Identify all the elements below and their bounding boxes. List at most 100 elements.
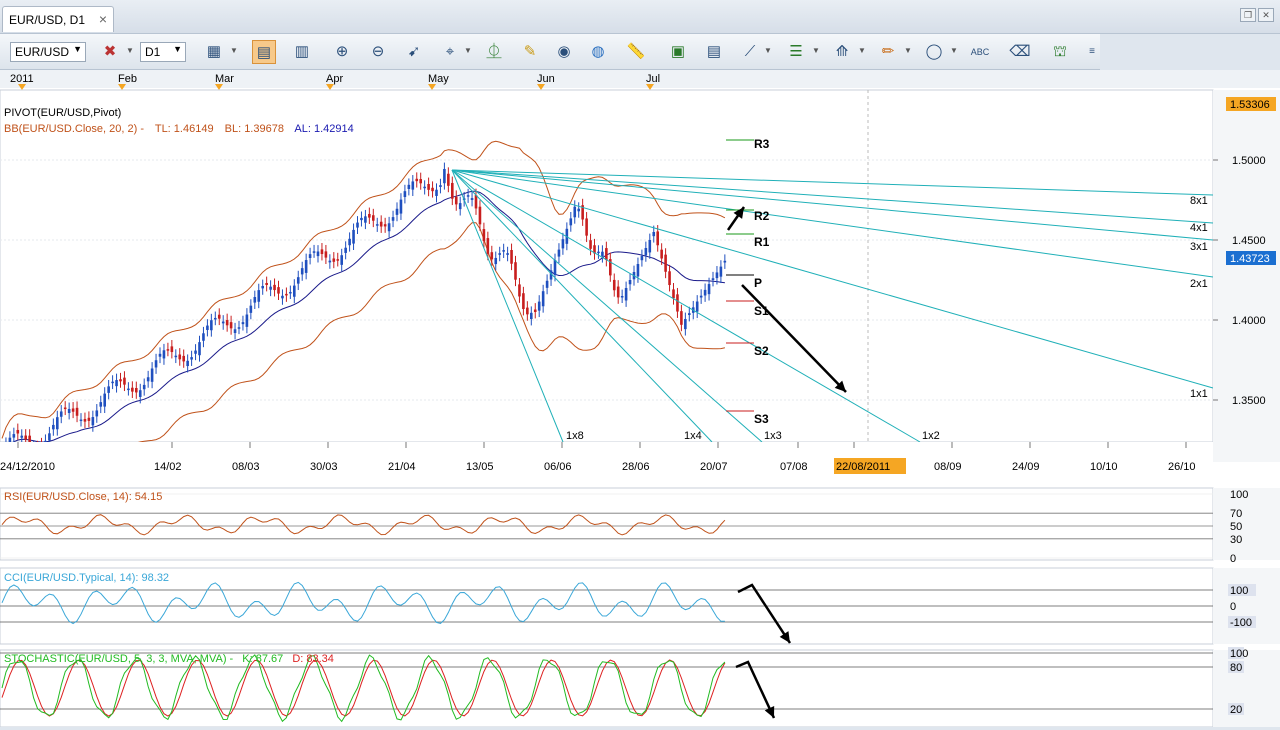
candle-body — [328, 260, 332, 263]
candle-body — [257, 290, 261, 302]
candle-body — [628, 280, 632, 285]
candle-body — [95, 410, 99, 417]
pencil-icon[interactable]: ✏ — [876, 40, 900, 64]
candle-body — [561, 239, 565, 249]
fan-label: 1x3 — [764, 430, 782, 442]
candle-body — [277, 287, 280, 294]
candle-body — [308, 254, 312, 258]
chevron-down-icon[interactable]: ▼ — [464, 46, 472, 55]
candle-body — [411, 181, 415, 190]
toolbar-more-icon[interactable]: ≡ — [1080, 40, 1104, 64]
price-chart[interactable]: 2011 Feb Mar Apr May Jun Jul 8x1 4x1 3x1 2x1 1x1 1x… — [0, 70, 1280, 728]
candle-body — [676, 294, 679, 312]
candle-body — [233, 329, 237, 334]
candle-body — [162, 350, 166, 359]
edit-icon[interactable]: ✎ — [518, 40, 542, 64]
candle-body — [296, 277, 300, 284]
ruler-icon[interactable]: 📏 — [624, 40, 648, 64]
template-icon[interactable]: ▤ — [702, 40, 726, 64]
chevron-down-icon[interactable]: ▼ — [812, 46, 820, 55]
chart-type-icon[interactable]: ▦ — [202, 40, 226, 64]
fan-label: 1x8 — [566, 430, 584, 442]
globe-icon[interactable]: ◍ — [586, 40, 610, 64]
chevron-down-icon[interactable]: ▼ — [904, 46, 912, 55]
candle-body — [573, 206, 577, 218]
eye-icon[interactable]: ◉ — [552, 40, 576, 64]
candle-body — [620, 296, 624, 298]
rsi-tick: 30 — [1230, 534, 1242, 546]
chevron-down-icon: ▼ — [73, 44, 82, 54]
candle-body — [431, 187, 434, 192]
zoom-in-icon[interactable]: ⊕ — [330, 40, 354, 64]
month-axis-bg — [0, 70, 1280, 88]
month-label: Jun — [537, 73, 555, 85]
chevron-down-icon[interactable]: ▼ — [764, 46, 772, 55]
date-label: 13/05 — [466, 461, 494, 473]
chevron-down-icon[interactable]: ▼ — [230, 46, 238, 55]
candle-body — [656, 231, 659, 246]
candle-body — [221, 321, 225, 324]
candle-body — [186, 360, 189, 367]
tab-close-icon[interactable]: × — [99, 11, 107, 27]
candle-body — [458, 203, 462, 210]
stoch-tick: 80 — [1230, 662, 1242, 674]
candle-body — [403, 191, 407, 198]
channel-icon[interactable]: ☰ — [784, 40, 808, 64]
close-window-icon[interactable]: ✕ — [1258, 8, 1274, 22]
eraser-icon[interactable]: ⌫ — [1008, 40, 1032, 64]
candle-body — [364, 216, 367, 223]
candle-body — [537, 301, 541, 311]
candle-body — [703, 289, 707, 296]
chevron-down-icon[interactable]: ▼ — [858, 46, 866, 55]
restore-icon[interactable]: ❐ — [1240, 8, 1256, 22]
stoch-legend-main: STOCHASTIC(EUR/USD, 5, 3, 3, MVA, MVA) - — [4, 653, 234, 665]
indicators-icon[interactable]: ⏂ — [482, 40, 506, 64]
fan-label: 1x4 — [684, 430, 702, 442]
timeframe-select[interactable]: D1 ▼ — [140, 42, 186, 62]
candle-body — [71, 408, 75, 412]
date-label: 21/04 — [388, 461, 416, 473]
ellipse-icon[interactable]: ◯ — [922, 40, 946, 64]
pivot-label: R2 — [754, 209, 770, 223]
chevron-down-icon[interactable]: ▼ — [126, 46, 134, 55]
candle-body — [249, 305, 253, 313]
candle-body — [56, 417, 59, 430]
symbol-select[interactable]: EUR/USD ▼ — [10, 42, 86, 62]
candle-body — [672, 289, 675, 299]
candle-body — [375, 224, 379, 226]
symbol-compare-icon[interactable]: ✖ — [98, 40, 122, 64]
chart-workspace[interactable]: 2011 Feb Mar Apr May Jun Jul 8x1 4x1 3x1 2x1 1x1 1x… — [0, 70, 1280, 728]
candle-body — [664, 254, 667, 272]
candle-body — [624, 288, 628, 301]
fan-label: 2x1 — [1190, 278, 1208, 290]
text-tool-icon[interactable]: ABC — [968, 40, 992, 64]
candle-body — [387, 223, 391, 232]
price-top-badge-text: 1.53306 — [1230, 99, 1270, 111]
rsi-tick: 70 — [1230, 508, 1242, 520]
crosshair-icon[interactable]: ⌖ — [438, 40, 462, 64]
candles-view-icon[interactable]: ▤ — [252, 40, 276, 64]
candle-body — [127, 388, 130, 391]
chevron-down-icon: ▼ — [173, 44, 182, 54]
cursor-icon[interactable]: ➹ — [402, 40, 426, 64]
image-icon[interactable]: ▣ — [666, 40, 690, 64]
zoom-out-icon[interactable]: ⊖ — [366, 40, 390, 64]
fan-tool-icon[interactable]: ⟰ — [830, 40, 854, 64]
candle-body — [719, 266, 723, 277]
candle-body — [466, 195, 470, 197]
chevron-down-icon[interactable]: ▼ — [950, 46, 958, 55]
chart-panel-icon[interactable]: ▥ — [290, 40, 314, 64]
tab-eurusd-d1[interactable]: EUR/USD, D1 × — [2, 6, 114, 32]
candle-body — [293, 285, 296, 297]
candle-body — [135, 388, 138, 393]
date-label: 24/12/2010 — [0, 461, 55, 473]
price-tick: 1.4000 — [1232, 315, 1266, 327]
candle-body — [340, 255, 343, 265]
date-label: 28/06 — [622, 461, 650, 473]
line-tool-icon[interactable]: ⟋ — [738, 40, 762, 64]
pivot-legend: PIVOT(EUR/USD,Pivot) — [4, 107, 121, 119]
candle-body — [368, 213, 371, 218]
candle-body — [217, 314, 221, 319]
candle-body — [616, 286, 620, 298]
hierarchy-icon[interactable]: ⛫ — [1048, 40, 1072, 64]
